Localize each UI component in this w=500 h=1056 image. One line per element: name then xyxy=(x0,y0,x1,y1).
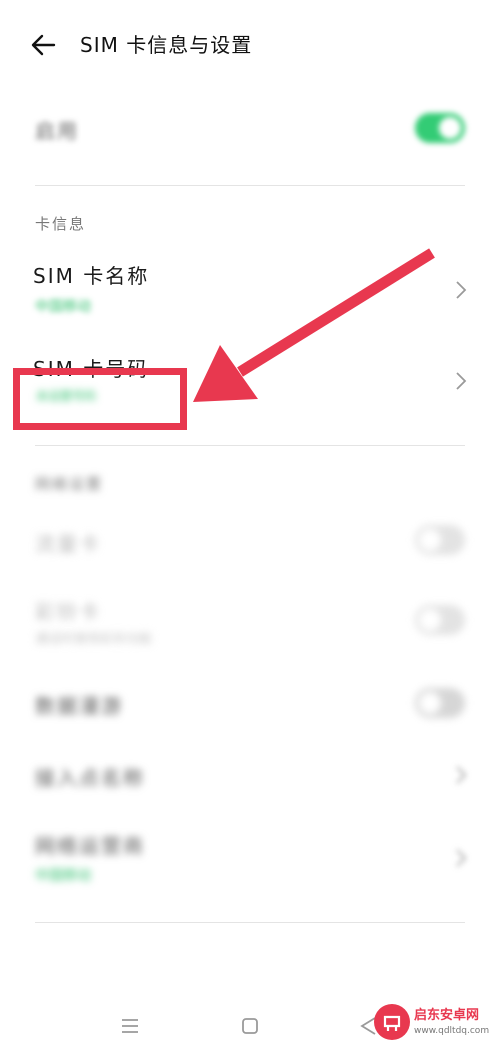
annotation-arrow xyxy=(193,248,435,402)
square-icon[interactable] xyxy=(240,1016,260,1036)
watermark-url: www.qdltdq.com xyxy=(414,1026,490,1036)
watermark: 启东安卓网 www.qdltdq.com xyxy=(374,1002,492,1046)
watermark-brand: 启东安卓网 xyxy=(414,1008,480,1023)
watermark-logo-icon xyxy=(374,1004,410,1040)
menu-icon[interactable] xyxy=(120,1017,140,1035)
